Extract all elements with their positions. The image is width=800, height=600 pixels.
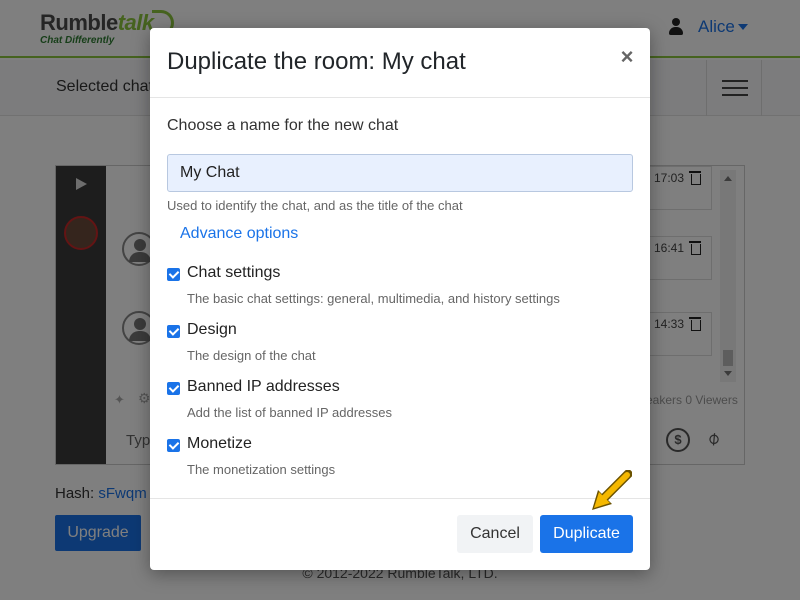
option-chat-settings[interactable]: Chat settings The basic chat settings: g… [167, 264, 633, 314]
option-design[interactable]: Design The design of the chat [167, 321, 633, 371]
option-description: The basic chat settings: general, multim… [187, 291, 560, 306]
modal-footer: Cancel Duplicate [150, 498, 650, 570]
duplicate-room-dialog: Duplicate the room: My chat × Choose a n… [150, 28, 650, 570]
chat-name-label: Choose a name for the new chat [167, 117, 399, 134]
banned-ip-checkbox[interactable] [167, 382, 180, 395]
option-label[interactable]: Banned IP addresses [187, 378, 340, 396]
option-description: The monetization settings [187, 462, 336, 477]
option-banned-ip-addresses[interactable]: Banned IP addresses Add the list of bann… [167, 378, 633, 428]
advance-options-link[interactable]: Advance options [180, 225, 298, 243]
option-label[interactable]: Monetize [187, 435, 252, 453]
option-monetize[interactable]: Monetize The monetization settings [167, 435, 633, 485]
close-button[interactable]: × [616, 46, 638, 68]
duplicate-button[interactable]: Duplicate [540, 515, 633, 553]
option-label[interactable]: Chat settings [187, 264, 280, 282]
chat-name-help: Used to identify the chat, and as the ti… [167, 198, 463, 213]
chat-settings-checkbox[interactable] [167, 268, 180, 281]
option-description: The design of the chat [187, 348, 316, 363]
option-label[interactable]: Design [187, 321, 237, 339]
modal-title: Duplicate the room: My chat [167, 48, 466, 75]
chat-name-input[interactable] [167, 154, 633, 192]
monetize-checkbox[interactable] [167, 439, 180, 452]
design-checkbox[interactable] [167, 325, 180, 338]
modal-body: Choose a name for the new chat Used to i… [150, 99, 650, 497]
option-description: Add the list of banned IP addresses [187, 405, 393, 420]
pointer-arrow-icon [592, 470, 632, 510]
cancel-button[interactable]: Cancel [457, 515, 533, 553]
modal-header: Duplicate the room: My chat × [150, 28, 650, 98]
